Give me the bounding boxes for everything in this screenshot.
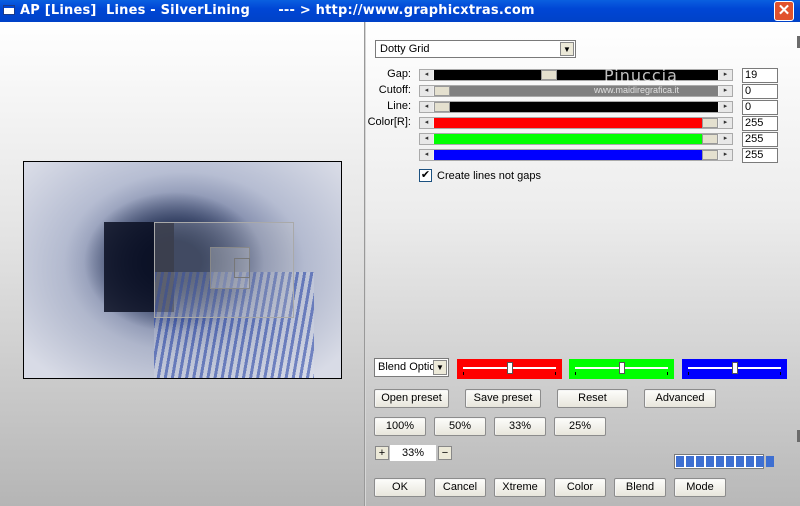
advanced-button[interactable]: Advanced bbox=[644, 389, 716, 408]
zoom-33-button[interactable]: 33% bbox=[494, 417, 546, 436]
arrow-left-icon[interactable]: ◂ bbox=[420, 118, 433, 128]
blend-color-slider[interactable] bbox=[457, 359, 562, 379]
zoom-100-button[interactable]: 100% bbox=[374, 417, 426, 436]
slider-thumb[interactable] bbox=[702, 150, 718, 160]
create-lines-label: Create lines not gaps bbox=[437, 169, 541, 182]
progress-segment bbox=[736, 456, 744, 467]
arrow-right-icon[interactable]: ▸ bbox=[719, 134, 732, 144]
slider-label: Gap: bbox=[387, 68, 411, 80]
slider[interactable]: ◂ ▸ bbox=[419, 85, 733, 97]
slider-label: Color[R]: bbox=[367, 116, 411, 128]
close-button[interactable]: ✕ bbox=[774, 1, 794, 21]
arrow-left-icon[interactable]: ◂ bbox=[420, 150, 433, 160]
color-button[interactable]: Color bbox=[554, 478, 606, 497]
progress-segment bbox=[766, 456, 774, 467]
blend-color-slider[interactable] bbox=[569, 359, 674, 379]
slider-thumb[interactable] bbox=[434, 86, 450, 96]
xtreme-button[interactable]: Xtreme bbox=[494, 478, 546, 497]
open-preset-button[interactable]: Open preset bbox=[374, 389, 449, 408]
slider-thumb[interactable] bbox=[507, 362, 513, 374]
preview-image bbox=[23, 161, 342, 379]
progress-segment bbox=[676, 456, 684, 467]
progress-segment bbox=[726, 456, 734, 467]
preset-value: Dotty Grid bbox=[380, 43, 430, 55]
slider-track[interactable] bbox=[434, 150, 718, 160]
window-title: AP [Lines] Lines - SilverLining --- > ht… bbox=[20, 3, 535, 18]
slider-thumb[interactable] bbox=[434, 102, 450, 112]
progress-segment bbox=[746, 456, 754, 467]
slider-thumb[interactable] bbox=[541, 70, 557, 80]
slider[interactable]: ◂ ▸ bbox=[419, 117, 733, 129]
slider-thumb[interactable] bbox=[732, 362, 738, 374]
slider-label: Cutoff: bbox=[378, 84, 411, 96]
window-icon[interactable] bbox=[3, 5, 15, 15]
slider[interactable]: ◂ ▸ bbox=[419, 101, 733, 113]
ok-button[interactable]: OK bbox=[374, 478, 426, 497]
controls-pane: Dotty Grid ▼ Gap: ◂ ▸ 19 Cutoff: ◂ ▸ 0 Line: ◂ ▸ 0 C… bbox=[366, 22, 800, 506]
slider-track[interactable] bbox=[434, 102, 718, 112]
slider-value-field[interactable]: 0 bbox=[742, 100, 778, 115]
arrow-right-icon[interactable]: ▸ bbox=[719, 86, 732, 96]
zoom-out-button[interactable]: − bbox=[438, 446, 452, 460]
slider-track[interactable] bbox=[434, 134, 718, 144]
slider-value-field[interactable]: 19 bbox=[742, 68, 778, 83]
slider-label: Line: bbox=[387, 100, 411, 112]
preview-pane bbox=[0, 22, 365, 506]
chevron-down-icon[interactable]: ▼ bbox=[560, 42, 574, 56]
arrow-right-icon[interactable]: ▸ bbox=[719, 102, 732, 112]
progress-segment bbox=[706, 456, 714, 467]
progress-segment bbox=[696, 456, 704, 467]
zoom-50-button[interactable]: 50% bbox=[434, 417, 486, 436]
zoom-in-button[interactable]: + bbox=[375, 446, 389, 460]
create-lines-checkbox[interactable]: ✔ bbox=[419, 169, 432, 182]
progress-segment bbox=[686, 456, 694, 467]
arrow-right-icon[interactable]: ▸ bbox=[719, 150, 732, 160]
blend-color-slider[interactable] bbox=[682, 359, 787, 379]
blend-button[interactable]: Blend bbox=[614, 478, 666, 497]
chevron-down-icon[interactable]: ▼ bbox=[433, 360, 447, 375]
zoom-25-button[interactable]: 25% bbox=[554, 417, 606, 436]
zoom-value: 33% bbox=[390, 445, 436, 461]
slider[interactable]: ◂ ▸ bbox=[419, 133, 733, 145]
slider-track[interactable] bbox=[434, 118, 718, 128]
create-lines-option[interactable]: ✔ Create lines not gaps bbox=[419, 169, 541, 182]
blend-options-value: Blend Optic bbox=[378, 361, 435, 373]
slider-thumb[interactable] bbox=[702, 134, 718, 144]
mode-button[interactable]: Mode bbox=[674, 478, 726, 497]
slider-track[interactable] bbox=[434, 86, 718, 96]
title-bar: AP [Lines] Lines - SilverLining --- > ht… bbox=[0, 0, 800, 22]
arrow-left-icon[interactable]: ◂ bbox=[420, 102, 433, 112]
slider-thumb[interactable] bbox=[619, 362, 625, 374]
slider-value-field[interactable]: 255 bbox=[742, 132, 778, 147]
slider-value-field[interactable]: 0 bbox=[742, 84, 778, 99]
slider-track[interactable] bbox=[434, 70, 718, 80]
save-preset-button[interactable]: Save preset bbox=[465, 389, 541, 408]
preset-dropdown[interactable]: Dotty Grid ▼ bbox=[375, 40, 576, 58]
arrow-left-icon[interactable]: ◂ bbox=[420, 70, 433, 80]
blend-options-dropdown[interactable]: Blend Optic ▼ bbox=[374, 358, 449, 377]
slider[interactable]: ◂ ▸ bbox=[419, 69, 733, 81]
progress-segment bbox=[756, 456, 764, 467]
slider-thumb[interactable] bbox=[702, 118, 718, 128]
progress-segment bbox=[716, 456, 724, 467]
reset-button[interactable]: Reset bbox=[557, 389, 628, 408]
arrow-left-icon[interactable]: ◂ bbox=[420, 86, 433, 96]
slider[interactable]: ◂ ▸ bbox=[419, 149, 733, 161]
cancel-button[interactable]: Cancel bbox=[434, 478, 486, 497]
arrow-right-icon[interactable]: ▸ bbox=[719, 70, 732, 80]
arrow-right-icon[interactable]: ▸ bbox=[719, 118, 732, 128]
progress-bar bbox=[674, 454, 774, 469]
slider-value-field[interactable]: 255 bbox=[742, 116, 778, 131]
arrow-left-icon[interactable]: ◂ bbox=[420, 134, 433, 144]
slider-value-field[interactable]: 255 bbox=[742, 148, 778, 163]
